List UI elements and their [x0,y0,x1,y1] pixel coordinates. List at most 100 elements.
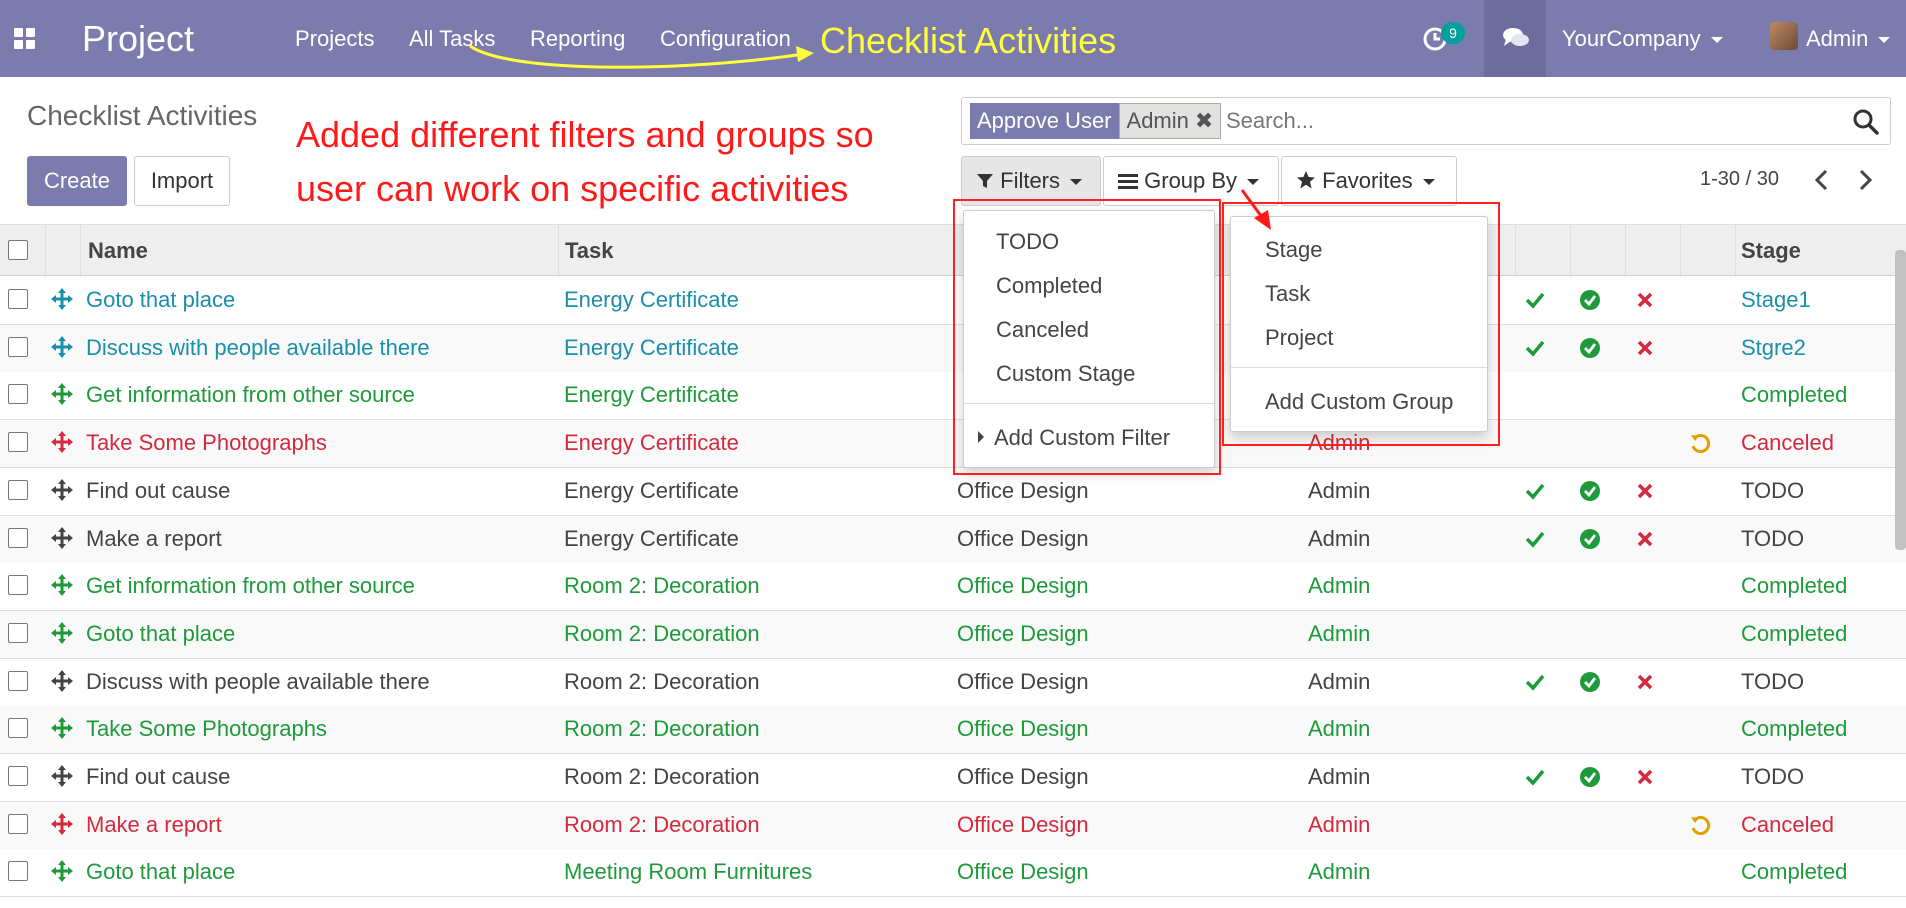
apps-grid-icon[interactable] [14,28,36,50]
cell-user[interactable]: Admin [1308,716,1370,742]
cell-stage[interactable]: TODO [1741,526,1804,552]
undo-icon[interactable] [1689,432,1711,454]
table-row[interactable]: Goto that place Room 2: Decoration Office … [0,610,1906,659]
cell-task[interactable]: Energy Certificate [564,478,739,504]
cell-stage[interactable]: Completed [1741,621,1847,647]
table-row[interactable]: Goto that place Meeting Room Furnitures Of… [0,849,1906,898]
drag-handle-icon[interactable] [50,478,74,502]
drag-handle-icon[interactable] [50,621,74,645]
header-name[interactable]: Name [88,238,148,264]
cell-project[interactable]: Office Design [957,859,1089,885]
drag-handle-icon[interactable] [50,716,74,740]
cell-user[interactable]: Admin [1308,812,1370,838]
cell-stage[interactable]: TODO [1741,764,1804,790]
cell-name[interactable]: Take Some Photographs [86,716,327,742]
row-checkbox[interactable] [8,289,28,309]
cell-user[interactable]: Admin [1308,478,1370,504]
cell-user[interactable]: Admin [1308,573,1370,599]
cell-user[interactable]: Admin [1308,669,1370,695]
check-icon[interactable] [1524,528,1546,550]
close-icon[interactable] [1634,289,1656,311]
cell-user[interactable]: Admin [1308,859,1370,885]
cell-user[interactable]: Admin [1308,526,1370,552]
menu-projects[interactable]: Projects [295,26,374,52]
cell-project[interactable]: Office Design [957,621,1089,647]
row-checkbox[interactable] [8,575,28,596]
row-checkbox[interactable] [8,670,28,691]
cell-task[interactable]: Energy Certificate [564,430,739,456]
row-checkbox[interactable] [8,384,28,405]
cell-stage[interactable]: Canceled [1741,812,1834,838]
remove-facet-icon[interactable]: ✖ [1195,104,1213,138]
cell-project[interactable]: Office Design [957,764,1089,790]
scrollbar[interactable] [1895,250,1906,550]
next-page-icon[interactable] [1853,168,1877,192]
drag-handle-icon[interactable] [50,526,74,550]
cell-name[interactable]: Goto that place [86,287,235,313]
drag-handle-icon[interactable] [50,573,74,597]
cell-task[interactable]: Room 2: Decoration [564,669,760,695]
close-icon[interactable] [1634,337,1656,359]
cell-stage[interactable]: Completed [1741,573,1847,599]
cell-user[interactable]: Admin [1308,621,1370,647]
cell-project[interactable]: Office Design [957,526,1089,552]
drag-handle-icon[interactable] [50,764,74,788]
cell-stage[interactable]: TODO [1741,669,1804,695]
cell-project[interactable]: Office Design [957,716,1089,742]
cell-project[interactable]: Office Design [957,573,1089,599]
header-task[interactable]: Task [565,238,614,264]
check-circle-icon[interactable] [1579,766,1601,788]
check-icon[interactable] [1524,289,1546,311]
drag-handle-icon[interactable] [50,859,74,883]
cell-task[interactable]: Room 2: Decoration [564,573,760,599]
cell-task[interactable]: Energy Certificate [564,287,739,313]
select-all-checkbox[interactable] [8,240,28,260]
previous-page-icon[interactable] [1810,168,1834,192]
cell-name[interactable]: Find out cause [86,478,230,504]
app-brand[interactable]: Project [82,18,194,60]
cell-stage[interactable]: Completed [1741,716,1847,742]
cell-task[interactable]: Energy Certificate [564,335,739,361]
search-icon[interactable] [1852,108,1880,136]
cell-task[interactable]: Room 2: Decoration [564,716,760,742]
drag-handle-icon[interactable] [50,812,74,836]
cell-task[interactable]: Meeting Room Furnitures [564,859,812,885]
search-input[interactable] [1226,104,1826,138]
check-icon[interactable] [1524,337,1546,359]
table-row[interactable]: Discuss with people available there Room … [0,658,1906,707]
cell-task[interactable]: Room 2: Decoration [564,764,760,790]
header-stage[interactable]: Stage [1741,238,1801,264]
table-row[interactable]: Take Some Photographs Room 2: Decoration O… [0,706,1906,755]
cell-name[interactable]: Goto that place [86,859,235,885]
pager-value[interactable]: 1-30 / 30 [1700,168,1779,191]
table-row[interactable]: Find out cause Room 2: Decoration Office D… [0,754,1906,802]
close-icon[interactable] [1634,671,1656,693]
cell-name[interactable]: Get information from other source [86,382,415,408]
cell-task[interactable]: Room 2: Decoration [564,621,760,647]
row-checkbox[interactable] [8,622,28,643]
row-checkbox[interactable] [8,718,28,739]
close-icon[interactable] [1634,528,1656,550]
cell-stage[interactable]: TODO [1741,478,1804,504]
cell-name[interactable]: Make a report [86,526,222,552]
check-icon[interactable] [1524,480,1546,502]
check-circle-icon[interactable] [1579,480,1601,502]
row-checkbox[interactable] [8,527,28,548]
check-icon[interactable] [1524,766,1546,788]
company-switcher[interactable]: YourCompany [1562,26,1723,52]
cell-name[interactable]: Discuss with people available there [86,669,430,695]
drag-handle-icon[interactable] [50,335,74,359]
cell-project[interactable]: Office Design [957,669,1089,695]
import-button[interactable]: Import [134,156,230,206]
drag-handle-icon[interactable] [50,287,74,311]
cell-task[interactable]: Room 2: Decoration [564,812,760,838]
cell-stage[interactable]: Completed [1741,859,1847,885]
cell-project[interactable]: Office Design [957,812,1089,838]
check-icon[interactable] [1524,671,1546,693]
close-icon[interactable] [1634,766,1656,788]
check-circle-icon[interactable] [1579,528,1601,550]
drag-handle-icon[interactable] [50,430,74,454]
check-circle-icon[interactable] [1579,289,1601,311]
row-checkbox[interactable] [8,813,28,834]
cell-name[interactable]: Get information from other source [86,573,415,599]
